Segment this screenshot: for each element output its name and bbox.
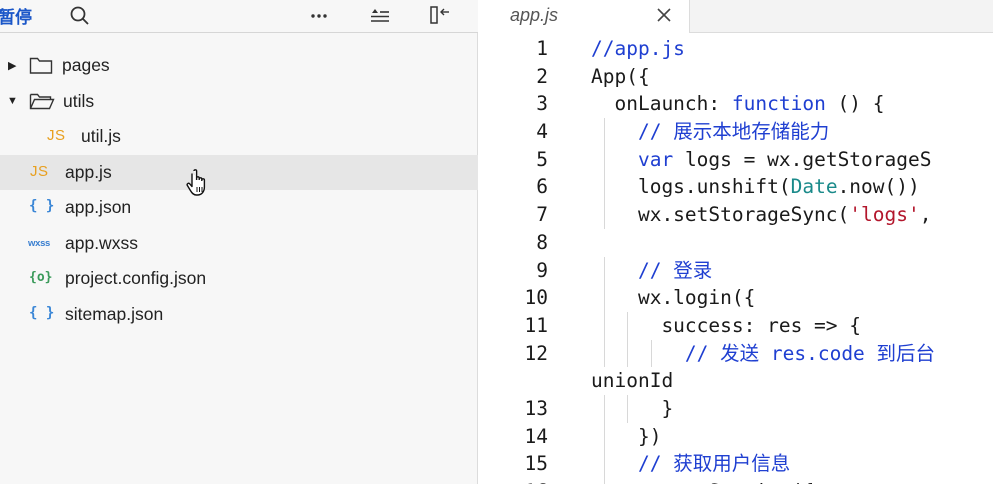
tree-item-label: util.js [81,126,121,147]
tree-item-app-wxss[interactable]: wxss app.wxss [0,226,478,262]
close-icon[interactable] [654,5,674,25]
toolbar-title: 暂停 [0,8,32,27]
code-line[interactable]: 16 wx.getSetting({ [478,478,993,484]
wxss-file-icon: wxss [28,237,51,249]
tree-item-label: app.js [65,161,112,182]
editor-tab-bar: app.js [478,0,993,33]
code-line[interactable]: 14 }) [478,422,993,451]
code-line[interactable]: 11 success: res => { [478,311,993,340]
file-tree: ▶ pages ▼ utils JS util.js JS app.js {}… [0,48,478,332]
code-line[interactable]: 5 var logs = wx.getStorageS [478,145,993,174]
code-text: // 展示本地存储能力 [637,120,830,144]
code-text: logs.unshift(Date.now()) [591,175,920,199]
file-explorer: 暂停 ▶ pages ▼ utils JS util.js JS app.js … [0,0,478,484]
folder-open-icon [29,93,55,109]
collapse-all-icon[interactable] [368,4,392,26]
code-line[interactable]: 9 // 登录 [478,256,993,285]
tree-item-app-js[interactable]: JS app.js [0,154,478,190]
code-text: onLaunch: function () { [591,92,885,116]
tree-item-label: project.config.json [65,268,207,289]
hand-cursor-icon [186,169,206,196]
tree-item-app-json[interactable]: { } app.json [0,190,478,226]
code-text: success: res => { [591,313,862,337]
chevron-right-icon[interactable]: ▶ [8,59,18,72]
code-text: unionId [591,369,674,393]
line-number: 1 [536,37,548,60]
code-line[interactable]: 15 // 获取用户信息 [478,450,993,478]
line-number: 12 [524,341,548,365]
chevron-down-icon[interactable]: ▼ [7,95,18,107]
tree-item-sitemap-json[interactable]: { } sitemap.json [0,297,478,333]
line-number: 14 [524,424,548,448]
code-line[interactable]: 12 // 发送 res.code 到后台 [478,339,993,368]
more-icon[interactable] [307,4,331,26]
code-line[interactable]: 3 onLaunch: function () { [478,90,993,118]
code-line[interactable]: 1 //app.js [478,35,993,63]
code-text: // 登录 [637,258,713,282]
code-line[interactable]: 10 wx.login({ [478,284,993,312]
code-line[interactable]: unionId [478,367,993,395]
code-line[interactable]: 7 wx.setStorageSync('logs', [478,201,993,229]
code-text: wx.setStorageSync('logs', [591,203,932,227]
code-text: // 发送 res.code 到后台 [684,341,936,365]
json-file-icon: { } [29,198,55,214]
tree-item-label: pages [62,55,110,76]
explorer-toolbar: 暂停 [0,0,478,33]
line-number: 8 [536,230,548,254]
js-file-icon: JS [30,162,49,180]
line-number: 11 [524,313,548,337]
code-text: } [591,396,674,420]
line-number: 6 [536,175,548,199]
tab-app-js[interactable]: app.js [478,0,690,33]
folder-icon [29,57,53,74]
tree-item-label: sitemap.json [65,303,164,324]
code-line[interactable]: 6 logs.unshift(Date.now()) [478,173,993,202]
line-number: 10 [524,286,548,310]
line-number: 7 [536,203,548,227]
line-number: 4 [536,120,548,144]
line-number: 2 [536,64,548,88]
tab-label: app.js [510,5,559,25]
code-text: App({ [591,64,650,88]
line-number: 13 [524,396,548,420]
tree-item-project-config-json[interactable]: {o} project.config.json [0,261,478,297]
code-area[interactable]: 1//app.js 2 App({3 onLaunch: function () {… [478,35,993,484]
tree-item-label: app.json [65,197,132,218]
tree-item-util-js[interactable]: JS util.js [0,119,478,155]
code-line[interactable]: 13 } [478,394,993,423]
code-text: var logs = wx.getStorageS [637,147,932,171]
tree-item-label: app.wxss [65,232,138,253]
config-file-icon: {o} [29,270,53,285]
tree-item-label: utils [63,90,95,111]
json-file-icon: { } [29,304,55,321]
code-text: // 获取用户信息 [637,452,791,476]
line-number: 15 [524,452,548,476]
code-text: //app.js [591,37,685,60]
sidebar-toggle-icon[interactable] [428,4,452,26]
line-number: 5 [536,147,548,171]
code-line[interactable]: 4 // 展示本地存储能力 [478,118,993,146]
code-line[interactable]: 8 [478,229,993,257]
tree-item-pages[interactable]: ▶ pages [0,48,478,84]
code-line[interactable]: 2 App({ [478,63,993,91]
tree-item-utils[interactable]: ▼ utils [0,84,478,120]
code-text: }) [591,424,662,448]
code-text: wx.login({ [591,286,756,310]
js-file-icon: JS [47,127,66,144]
code-text: wx.getSetting({ [591,478,814,484]
line-number: 16 [506,478,548,484]
code-editor: app.js 1//app.js 2 App({3 onLaunch: functi… [478,0,993,484]
search-icon[interactable] [68,4,92,26]
line-number: 3 [536,92,548,116]
line-number: 9 [536,258,548,282]
